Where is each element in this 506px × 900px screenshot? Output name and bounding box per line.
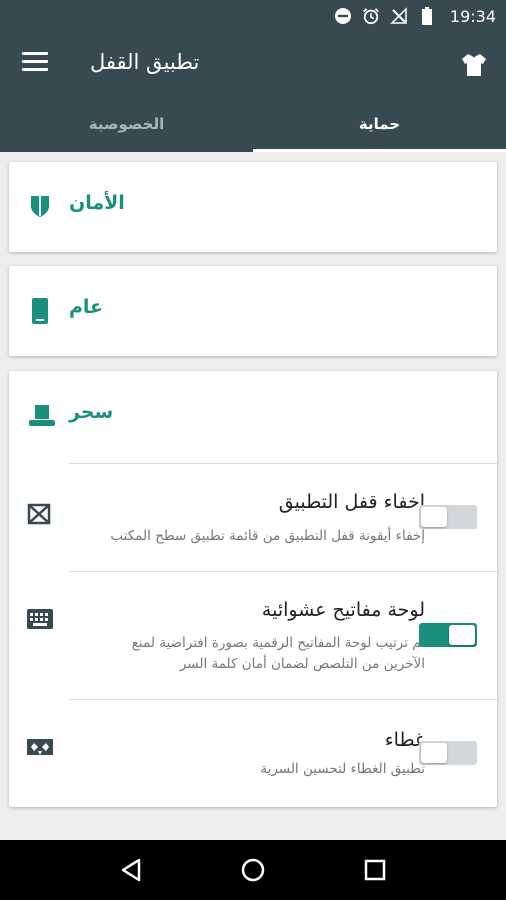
- magic-card: سحر إخفاء قفل التطبيق إخفاء أيقونة قفل ا…: [9, 371, 497, 807]
- tab-privacy[interactable]: الخصوصية: [0, 96, 253, 152]
- cover-description: تطبيق الغطاء لتحسين السرية: [260, 761, 425, 777]
- navigation-bar: [0, 840, 506, 900]
- app-bar: تطبيق القفل: [0, 32, 506, 96]
- hide-app-lock-toggle[interactable]: [419, 505, 477, 529]
- home-icon[interactable]: [238, 855, 268, 885]
- back-icon[interactable]: [116, 855, 146, 885]
- magic-title: سحر: [69, 401, 114, 423]
- phone-icon: [29, 298, 51, 324]
- shield-icon: [29, 194, 51, 218]
- magic-card-header[interactable]: سحر: [9, 371, 497, 461]
- cover-toggle[interactable]: [419, 741, 477, 765]
- random-keyboard-toggle[interactable]: [419, 623, 477, 647]
- hide-app-lock-row[interactable]: إخفاء قفل التطبيق إخفاء أيقونة قفل التطب…: [9, 463, 497, 571]
- app-title: تطبيق القفل: [90, 50, 200, 74]
- envelope-icon: [27, 503, 53, 525]
- keyboard-icon: [27, 609, 53, 631]
- general-card-header[interactable]: عام: [9, 266, 497, 356]
- recents-icon[interactable]: [360, 855, 390, 885]
- random-keyboard-row[interactable]: لوحة مفاتيح عشوائية تم ترتيب لوحة المفات…: [9, 571, 497, 699]
- random-keyboard-title: لوحة مفاتيح عشوائية: [261, 599, 425, 621]
- status-bar: 19:34: [0, 0, 506, 32]
- settings-list: الأمان عام سحر إخفاء قفل التطبيق إخفاء أ…: [0, 152, 506, 840]
- alarm-icon: [362, 7, 380, 25]
- general-card[interactable]: عام: [9, 266, 497, 356]
- status-icons: 19:34: [334, 0, 496, 32]
- status-time: 19:34: [449, 6, 496, 26]
- mask-icon: [27, 737, 53, 759]
- dnd-icon: [334, 7, 352, 25]
- shirt-icon[interactable]: [460, 50, 488, 78]
- menu-icon[interactable]: [22, 52, 48, 74]
- random-keyboard-description-line1: تم ترتيب لوحة المفاتيح الرقمية بصورة افت…: [131, 635, 425, 651]
- security-card-header[interactable]: الأمان: [9, 162, 497, 252]
- divider: [69, 699, 497, 700]
- divider: [69, 571, 497, 572]
- random-keyboard-description-line2: الآخرين من التلصص لضمان أمان كلمة السر: [179, 656, 425, 672]
- general-title: عام: [69, 296, 104, 318]
- battery-icon: [418, 7, 436, 25]
- hide-app-lock-description: إخفاء أيقونة قفل التطبيق من قائمة تطبيق …: [110, 528, 425, 544]
- no-signal-icon: [390, 7, 408, 25]
- tab-protection[interactable]: حماية: [253, 96, 506, 152]
- security-card[interactable]: الأمان: [9, 162, 497, 252]
- cover-row[interactable]: غطاء تطبيق الغطاء لتحسين السرية: [9, 699, 497, 807]
- hide-app-lock-title: إخفاء قفل التطبيق: [278, 491, 425, 513]
- divider: [69, 463, 497, 464]
- magic-hat-icon: [29, 405, 55, 429]
- tab-bar: الخصوصية حماية: [0, 96, 506, 152]
- security-title: الأمان: [69, 192, 125, 214]
